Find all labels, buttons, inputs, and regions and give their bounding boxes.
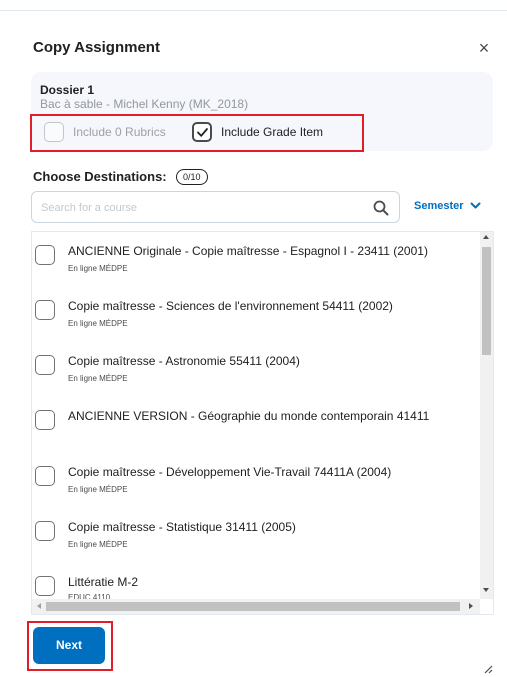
course-title: Copie maîtresse - Sciences de l'environn… <box>68 299 393 313</box>
course-checkbox[interactable] <box>35 355 55 375</box>
course-title: Copie maîtresse - Développement Vie-Trav… <box>68 465 392 479</box>
course-title: ANCIENNE VERSION - Géographie du monde c… <box>68 409 430 423</box>
next-button[interactable]: Next <box>33 627 105 664</box>
list-item[interactable]: Copie maîtresse - Astronomie 55411 (2004… <box>32 342 482 395</box>
course-subtitle: En ligne MÉDPE <box>68 540 128 549</box>
include-grade-item-label: Include Grade Item <box>221 125 324 139</box>
chevron-down-icon <box>470 202 481 209</box>
course-checkbox[interactable] <box>35 521 55 541</box>
course-list[interactable]: ANCIENNE Originale - Copie maîtresse - E… <box>31 231 494 615</box>
scroll-right-icon[interactable] <box>469 603 473 609</box>
vertical-scroll-thumb[interactable] <box>482 247 491 355</box>
horizontal-scrollbar[interactable] <box>32 599 480 614</box>
course-checkbox[interactable] <box>35 466 55 486</box>
semester-filter-label: Semester <box>414 200 464 212</box>
list-item[interactable]: ANCIENNE Originale - Copie maîtresse - E… <box>32 232 482 285</box>
course-title: Copie maîtresse - Astronomie 55411 (2004… <box>68 354 300 368</box>
close-icon[interactable]: × <box>474 39 494 59</box>
course-checkbox[interactable] <box>35 245 55 265</box>
course-subtitle: En ligne MÉDPE <box>68 374 128 383</box>
search-box <box>31 191 400 223</box>
source-assignment-name: Dossier 1 <box>40 83 95 97</box>
source-course-name: Bac à sable - Michel Kenny (MK_2018) <box>40 97 249 111</box>
resize-handle-icon[interactable] <box>483 664 493 674</box>
list-item[interactable]: Copie maîtresse - Statistique 31411 (200… <box>32 508 482 561</box>
include-rubrics-checkbox[interactable] <box>44 122 64 142</box>
include-grade-item-checkbox[interactable] <box>192 122 212 142</box>
course-checkbox[interactable] <box>35 576 55 596</box>
list-item[interactable]: ANCIENNE VERSION - Géographie du monde c… <box>32 397 482 450</box>
checkmark-icon <box>197 128 208 137</box>
horizontal-scroll-thumb[interactable] <box>46 602 460 611</box>
course-title: ANCIENNE Originale - Copie maîtresse - E… <box>68 244 428 258</box>
include-rubrics-label: Include 0 Rubrics <box>73 125 166 139</box>
search-icon[interactable] <box>372 199 390 217</box>
search-input[interactable] <box>41 199 351 217</box>
course-checkbox[interactable] <box>35 410 55 430</box>
scroll-left-icon[interactable] <box>37 603 41 609</box>
course-subtitle: En ligne MÉDPE <box>68 485 128 494</box>
top-divider <box>0 10 507 11</box>
course-subtitle: En ligne MÉDPE <box>68 319 128 328</box>
dialog-title: Copy Assignment <box>33 39 160 56</box>
scroll-down-icon[interactable] <box>483 588 489 592</box>
course-checkbox[interactable] <box>35 300 55 320</box>
semester-filter-button[interactable]: Semester <box>414 200 481 212</box>
selection-count-badge: 0/10 <box>176 169 208 185</box>
list-item[interactable]: Copie maîtresse - Sciences de l'environn… <box>32 287 482 340</box>
scroll-up-icon[interactable] <box>483 235 489 239</box>
vertical-scrollbar[interactable] <box>480 232 493 599</box>
list-item[interactable]: Copie maîtresse - Développement Vie-Trav… <box>32 453 482 506</box>
course-title: Copie maîtresse - Statistique 31411 (200… <box>68 520 296 534</box>
course-subtitle: En ligne MÉDPE <box>68 264 128 273</box>
course-title: Littératie M-2 <box>68 575 139 589</box>
choose-destinations-heading: Choose Destinations: <box>33 169 167 184</box>
